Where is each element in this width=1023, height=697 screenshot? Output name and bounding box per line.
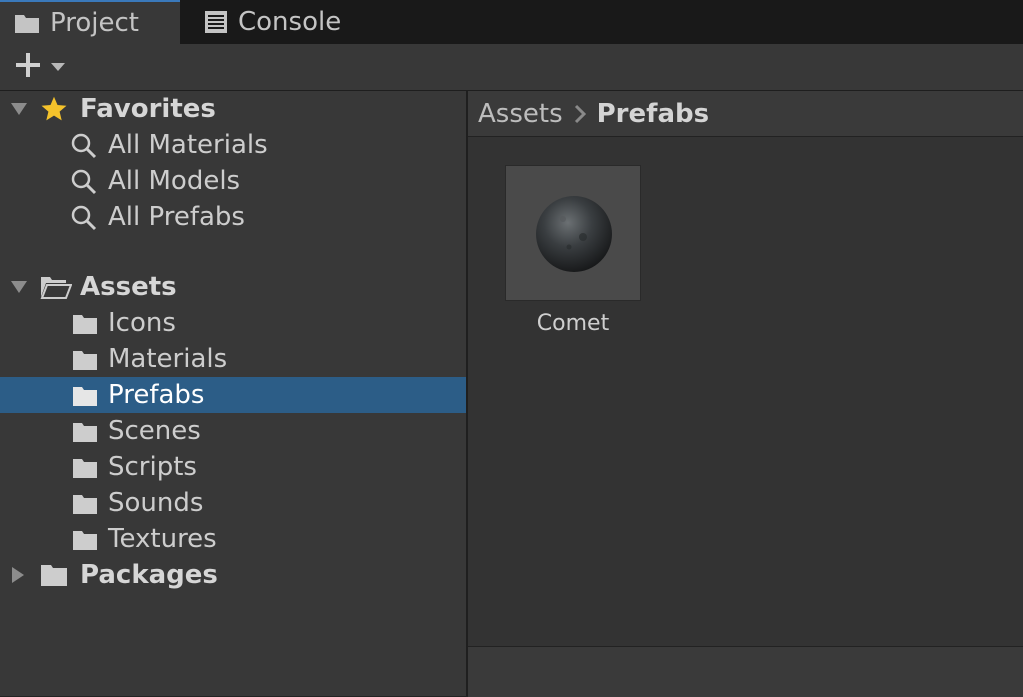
tree-item-label: Packages	[80, 560, 218, 590]
search-icon	[70, 168, 98, 196]
tree-item-icons[interactable]: Icons	[0, 305, 466, 341]
tree-item-label: Materials	[108, 344, 228, 374]
tree-item-label: Favorites	[80, 94, 216, 124]
folder-icon	[72, 385, 98, 407]
folder-icon	[40, 563, 68, 587]
tab-label: Project	[50, 8, 139, 38]
folder-open-icon	[40, 275, 72, 299]
tree-item-label: All Materials	[108, 130, 268, 160]
plus-icon	[14, 51, 42, 83]
breadcrumb: Assets Prefabs	[468, 91, 1023, 137]
add-button[interactable]	[14, 53, 74, 81]
folder-icon	[14, 12, 40, 34]
tree-item-label: Scenes	[108, 416, 201, 446]
tree-item-all-materials[interactable]: All Materials	[0, 127, 466, 163]
tree-item-label: Sounds	[108, 488, 204, 518]
tree-item-scripts[interactable]: Scripts	[0, 449, 466, 485]
tree-item-label: Assets	[80, 272, 177, 302]
tree-item-materials[interactable]: Materials	[0, 341, 466, 377]
tree-item-favorites[interactable]: Favorites	[0, 91, 466, 127]
tree-item-label: Textures	[108, 524, 217, 554]
tree-item-packages[interactable]: Packages	[0, 557, 466, 593]
folder-icon	[72, 457, 98, 479]
tree-item-label: All Models	[108, 166, 241, 196]
tree-item-assets[interactable]: Assets	[0, 269, 466, 305]
tree-item-prefabs[interactable]: Prefabs	[0, 377, 466, 413]
tree-item-all-prefabs[interactable]: All Prefabs	[0, 199, 466, 235]
asset-browser: Assets Prefabs Comet	[468, 91, 1023, 697]
folder-icon	[72, 421, 98, 443]
folder-icon	[72, 529, 98, 551]
browser-footer	[468, 646, 1023, 697]
caret-down-icon	[50, 62, 66, 72]
tab-label: Console	[238, 7, 342, 37]
star-icon	[40, 95, 68, 123]
tab-project[interactable]: Project	[0, 0, 180, 44]
project-tree: Favorites All Materials All Models All P…	[0, 91, 466, 696]
tree-item-all-models[interactable]: All Models	[0, 163, 466, 199]
tree-item-label: Prefabs	[108, 380, 205, 410]
chevron-right-icon	[573, 104, 587, 124]
expand-arrow-icon[interactable]	[10, 279, 28, 295]
asset-label: Comet	[536, 311, 610, 336]
console-icon	[204, 10, 228, 34]
expand-arrow-icon[interactable]	[10, 101, 28, 117]
search-icon	[70, 204, 98, 232]
tree-item-label: All Prefabs	[108, 202, 245, 232]
tree-item-sounds[interactable]: Sounds	[0, 485, 466, 521]
tab-console[interactable]: Console	[200, 0, 380, 44]
search-icon	[70, 132, 98, 160]
folder-icon	[72, 493, 98, 515]
toolbar	[0, 44, 1023, 91]
folder-icon	[72, 313, 98, 335]
asset-thumbnail[interactable]	[505, 165, 641, 301]
breadcrumb-item-assets[interactable]: Assets	[478, 99, 563, 129]
tree-item-label: Icons	[108, 308, 176, 338]
collapse-arrow-icon[interactable]	[10, 566, 26, 584]
tree-item-label: Scripts	[108, 452, 197, 482]
sphere-prefab-icon	[533, 193, 615, 279]
tree-item-scenes[interactable]: Scenes	[0, 413, 466, 449]
tree-item-textures[interactable]: Textures	[0, 521, 466, 557]
folder-icon	[72, 349, 98, 371]
breadcrumb-item-prefabs[interactable]: Prefabs	[597, 99, 709, 129]
tab-bar: Project Console	[0, 0, 1023, 44]
